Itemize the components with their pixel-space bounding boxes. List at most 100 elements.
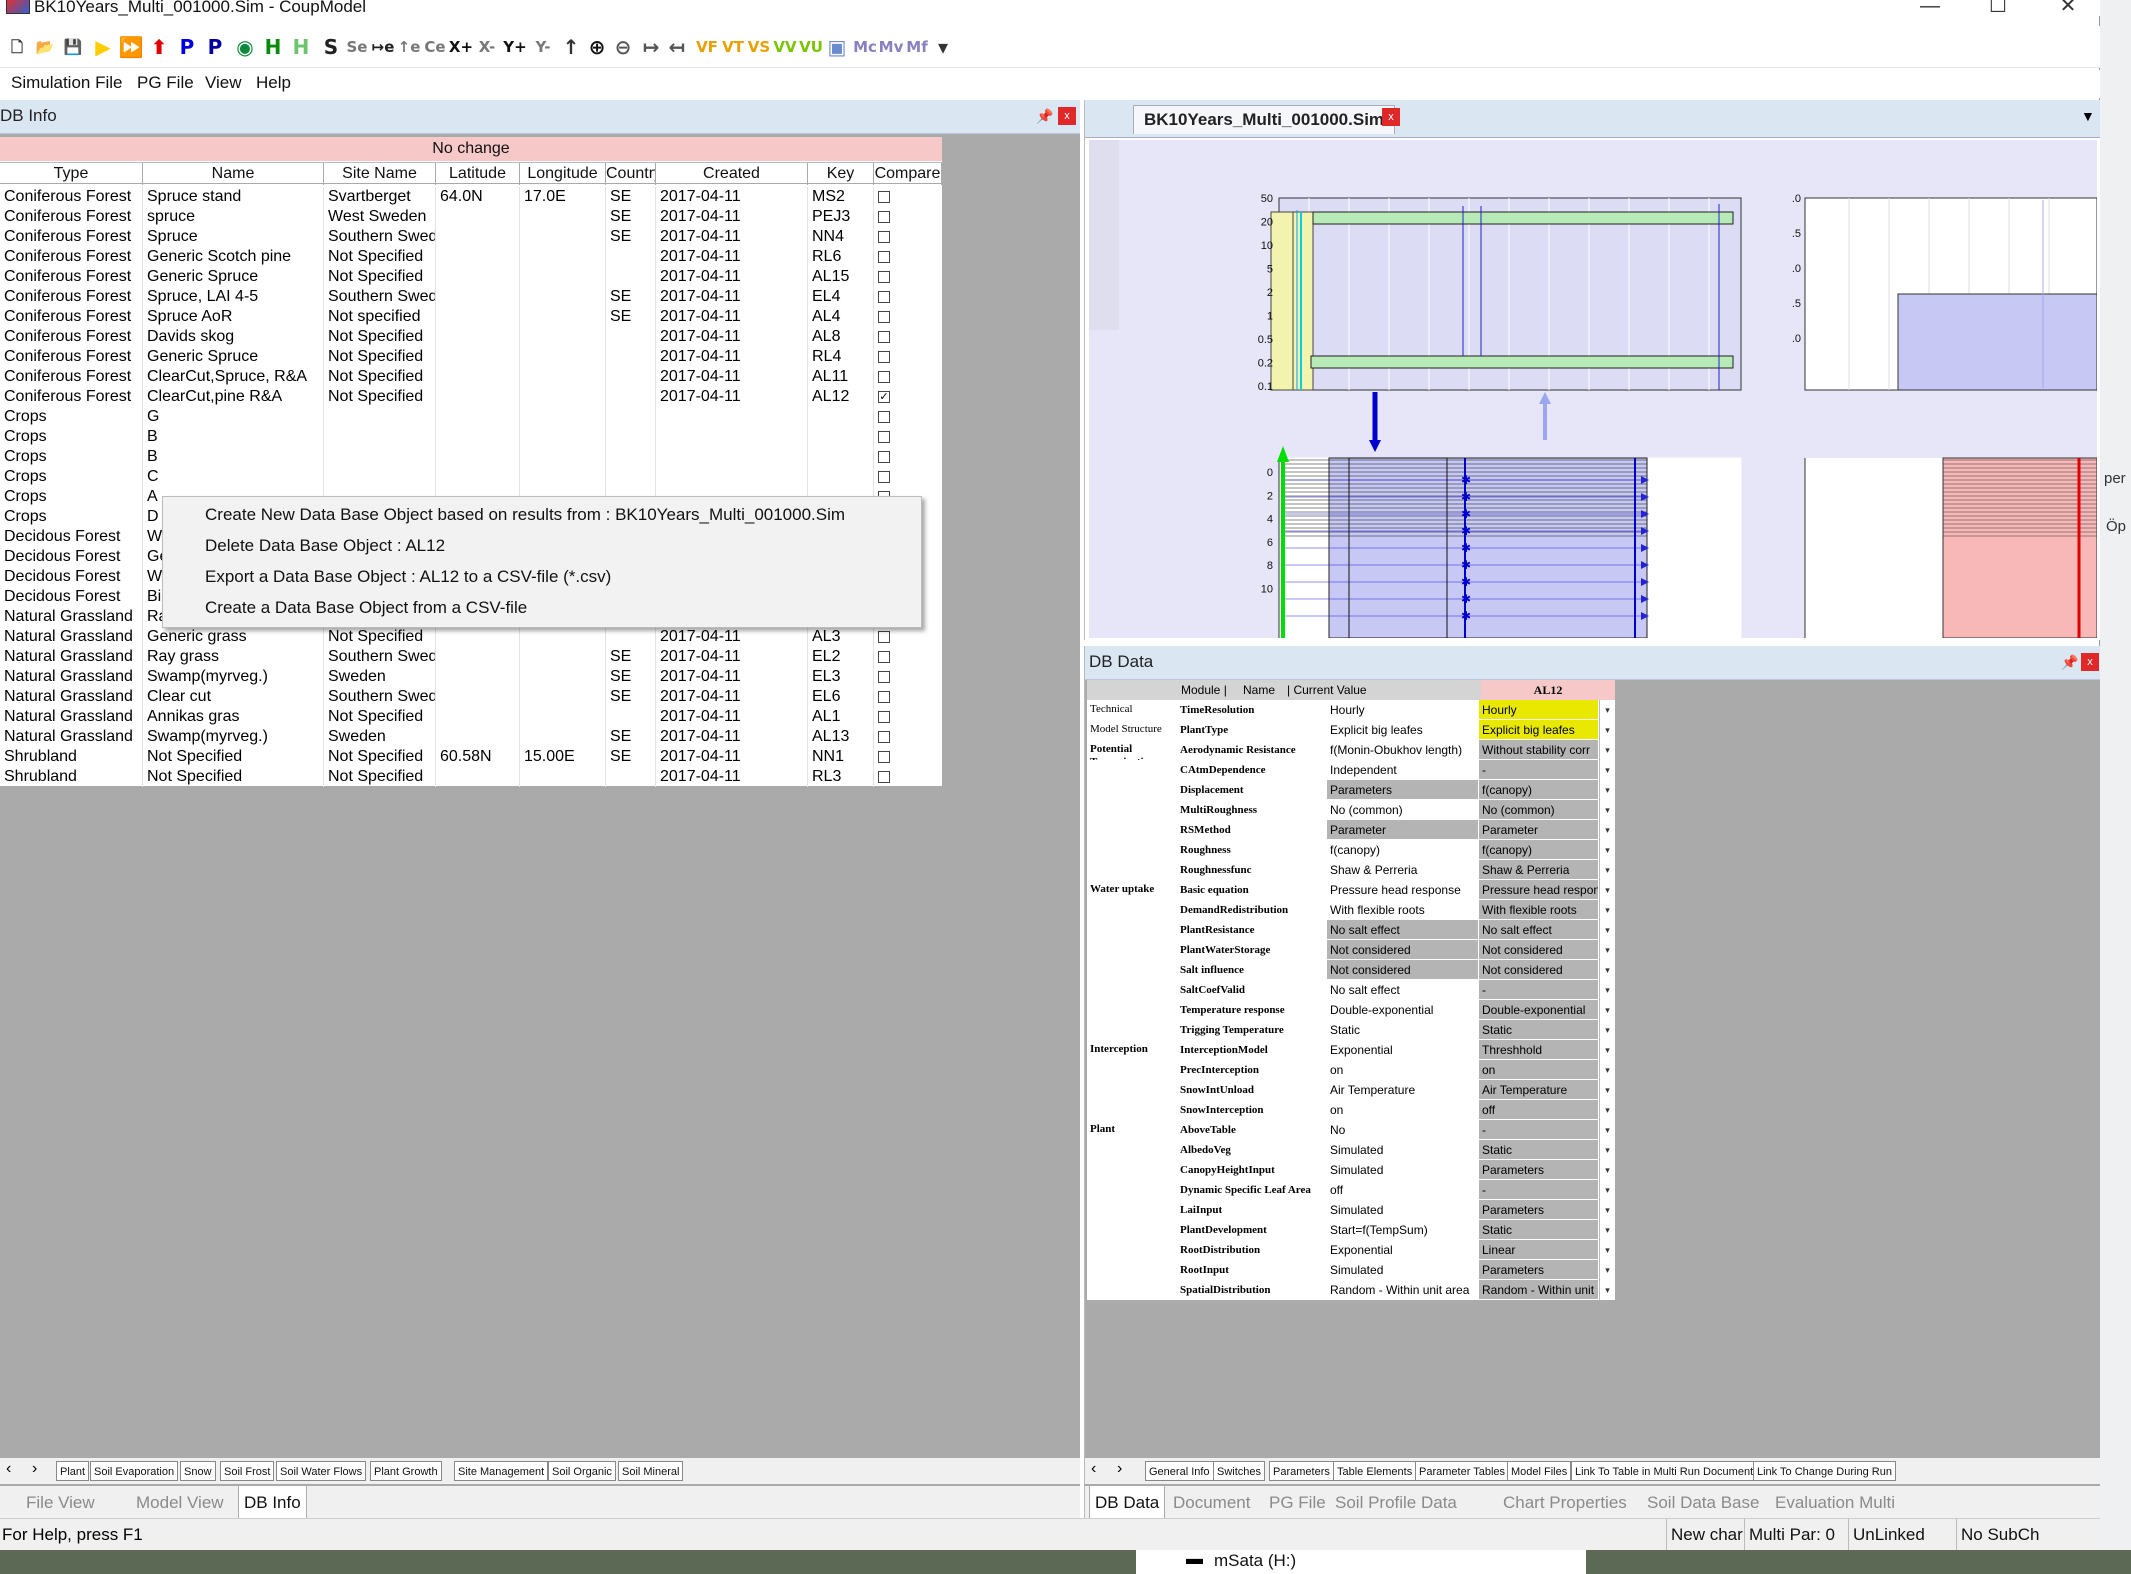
minus-circle-icon[interactable]: ⊖: [610, 34, 636, 60]
col-name[interactable]: Name: [143, 163, 324, 185]
param-row[interactable]: SpatialDistribution Random - Within unit …: [1087, 1280, 1615, 1300]
compare-checkbox[interactable]: [878, 731, 890, 743]
vt-icon[interactable]: VT: [720, 34, 746, 60]
pin-icon[interactable]: 📌: [2061, 654, 2078, 671]
document-tab[interactable]: BK10Years_Multi_001000.Sim: [1133, 105, 1396, 134]
col-site-name[interactable]: Site Name: [324, 163, 436, 185]
db-data-close-button[interactable]: x: [2081, 653, 2099, 671]
nav-tab[interactable]: Model View: [136, 1486, 224, 1520]
p-icon[interactable]: P: [174, 34, 200, 60]
nav-tab[interactable]: Soil Profile Data: [1335, 1486, 1457, 1520]
dropdown-arrow-icon[interactable]: ▾: [1599, 980, 1615, 1000]
se-icon[interactable]: Se: [344, 34, 370, 60]
compare-checkbox[interactable]: [878, 411, 890, 423]
compare-checkbox[interactable]: [878, 231, 890, 243]
open-folder-icon[interactable]: 📂: [32, 34, 58, 60]
table-row[interactable]: Natural Grassland Swamp(myrveg.) Sweden SE 2…: [0, 667, 942, 687]
table-row[interactable]: Coniferous Forest Generic Scotch pine Not …: [0, 247, 942, 267]
sheet-tab[interactable]: Site Management: [454, 1461, 549, 1481]
compare-checkbox[interactable]: [878, 751, 890, 763]
pin-icon[interactable]: 📌: [1036, 108, 1053, 125]
param-row[interactable]: PrecInterception on on ▾: [1087, 1060, 1615, 1080]
param-row[interactable]: Model Structure PlantType Explicit big lea…: [1087, 720, 1615, 740]
exit-icon[interactable]: ↤: [664, 34, 690, 60]
nav-tab[interactable]: Document: [1173, 1486, 1250, 1520]
sheet-tab[interactable]: Soil Water Flows: [276, 1461, 367, 1481]
run-multi-icon[interactable]: ⏩: [118, 34, 144, 60]
scroll-right-icon[interactable]: ›: [32, 1460, 37, 1478]
nav-tab[interactable]: File View: [26, 1486, 95, 1520]
scroll-left-icon[interactable]: ‹: [1091, 1460, 1096, 1478]
sheet-tab[interactable]: Parameters: [1269, 1461, 1334, 1481]
minimize-button[interactable]: —: [1910, 0, 1950, 16]
param-row[interactable]: Trigging Temperature Static Static ▾: [1087, 1020, 1615, 1040]
param-row[interactable]: Roughnessfunc Shaw & Perreria Shaw & Perre…: [1087, 860, 1615, 880]
compare-checkbox[interactable]: [878, 451, 890, 463]
sheet-tab[interactable]: Plant Growth: [370, 1461, 442, 1481]
y-minus-icon[interactable]: Y-: [530, 34, 556, 60]
table-row[interactable]: Natural GrasslandClear cutSouthern Swede…: [0, 687, 942, 707]
table-row[interactable]: Crops G: [0, 407, 942, 427]
param-row[interactable]: SnowIntUnload Air Temperature Air Temperat…: [1087, 1080, 1615, 1100]
dropdown-arrow-icon[interactable]: ▾: [1599, 880, 1615, 900]
table-row[interactable]: Natural Grassland Swamp(myrveg.) Sweden SE 2…: [0, 727, 942, 747]
dropdown-arrow-icon[interactable]: ▾: [1599, 900, 1615, 920]
dropdown-arrow-icon[interactable]: ▾: [1599, 720, 1615, 740]
param-row[interactable]: Displacement Parameters f(canopy) ▾: [1087, 780, 1615, 800]
dropdown-arrow-icon[interactable]: ▾: [1599, 1220, 1615, 1240]
compare-checkbox[interactable]: [878, 331, 890, 343]
drive-label[interactable]: mSata (H:): [1214, 1551, 1296, 1571]
run-up-icon[interactable]: ⬆: [146, 34, 172, 60]
vv-icon[interactable]: VV: [772, 34, 798, 60]
compare-checkbox[interactable]: [878, 431, 890, 443]
dropdown-arrow-icon[interactable]: ▾: [1599, 1240, 1615, 1260]
dropdown-arrow-icon[interactable]: ▾: [1599, 1020, 1615, 1040]
compare-checkbox[interactable]: [878, 631, 890, 643]
menu-pg-file[interactable]: PG File: [137, 73, 194, 93]
dropdown-arrow-icon[interactable]: ▾: [1599, 1080, 1615, 1100]
param-row[interactable]: Dynamic Specific Leaf Area off - ▾: [1087, 1180, 1615, 1200]
document-close-button[interactable]: x: [1382, 108, 1400, 126]
sheet-tab[interactable]: Model Files: [1507, 1461, 1572, 1481]
vu-icon[interactable]: VU: [798, 34, 824, 60]
ctx-export-csv[interactable]: Export a Data Base Object : AL12 to a CS…: [205, 567, 611, 587]
e-arrow-icon[interactable]: ↦e: [370, 34, 396, 60]
scroll-left-icon[interactable]: ‹: [6, 1460, 11, 1478]
dropdown-arrow-icon[interactable]: ▾: [1599, 1160, 1615, 1180]
mv-icon[interactable]: Mv: [878, 34, 904, 60]
compare-checkbox[interactable]: [878, 371, 890, 383]
new-file-icon[interactable]: 🗋: [4, 34, 30, 60]
vf-icon[interactable]: VF: [694, 34, 720, 60]
sheet-tab[interactable]: Link To Change During Run: [1753, 1461, 1896, 1481]
table-row[interactable]: Crops C: [0, 467, 942, 487]
param-row[interactable]: AlbedoVeg Simulated Static ▾: [1087, 1140, 1615, 1160]
nav-tab[interactable]: Soil Data Base: [1647, 1486, 1759, 1520]
col-type[interactable]: Type: [0, 163, 143, 185]
table-row[interactable]: Natural Grassland Annikas gras Not Specifi…: [0, 707, 942, 727]
dropdown-arrow-icon[interactable]: ▾: [1599, 740, 1615, 760]
compare-checkbox[interactable]: [878, 711, 890, 723]
sheet-tab[interactable]: General Info: [1145, 1461, 1214, 1481]
param-row[interactable]: DemandRedistribution With flexible roots W…: [1087, 900, 1615, 920]
mc-icon[interactable]: Mc: [852, 34, 878, 60]
dropdown-arrow-icon[interactable]: ▾: [1599, 780, 1615, 800]
plus-circle-icon[interactable]: ⊕: [584, 34, 610, 60]
compare-checkbox[interactable]: [878, 651, 890, 663]
compare-checkbox[interactable]: [878, 691, 890, 703]
nav-tab[interactable]: DB Data: [1089, 1486, 1166, 1520]
dropdown-arrow-icon[interactable]: ▾: [1599, 860, 1615, 880]
x-plus-icon[interactable]: X+: [448, 34, 474, 60]
param-row[interactable]: Plant AboveTable No - ▾: [1087, 1120, 1615, 1140]
dropdown-arrow-icon[interactable]: ▾: [1599, 760, 1615, 780]
vs-icon[interactable]: VS: [746, 34, 772, 60]
te-icon[interactable]: ↑e: [396, 34, 422, 60]
h-icon[interactable]: H: [260, 34, 286, 60]
param-row[interactable]: RootDistribution Exponential Linear ▾: [1087, 1240, 1615, 1260]
menu-view[interactable]: View: [205, 73, 242, 93]
dropdown-arrow-icon[interactable]: ▾: [1599, 840, 1615, 860]
param-row[interactable]: RootInput Simulated Parameters ▾: [1087, 1260, 1615, 1280]
table-row[interactable]: Coniferous Forest spruce West Sweden SE 2017…: [0, 207, 942, 227]
table-row[interactable]: Coniferous ForestSpruceSouthern Sweden SE…: [0, 227, 942, 247]
maximize-button[interactable]: ☐: [1978, 0, 2018, 16]
dropdown-arrow-icon[interactable]: ▾: [1599, 820, 1615, 840]
